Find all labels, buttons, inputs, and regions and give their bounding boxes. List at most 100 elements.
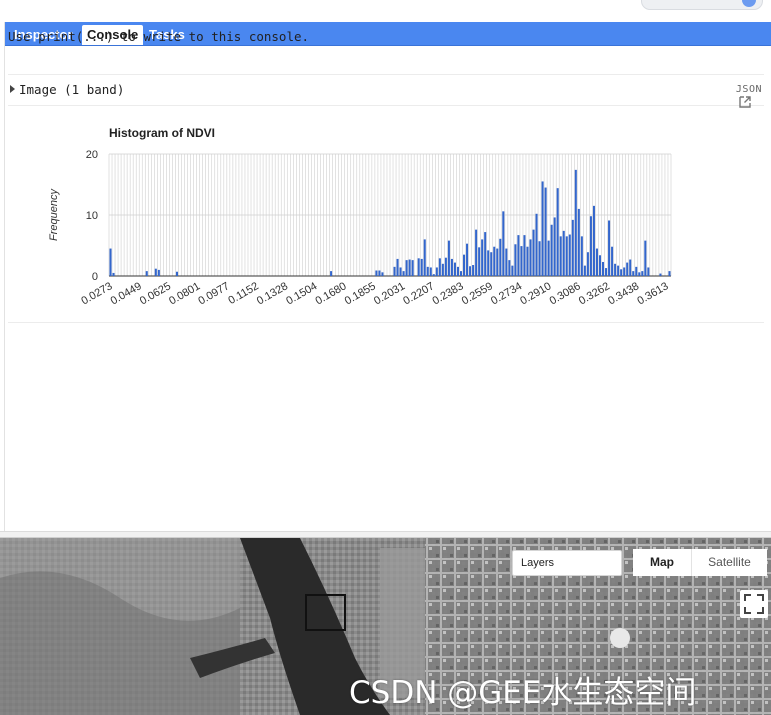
x-tick-label: 0.2910: [518, 280, 553, 307]
histogram-bar: [508, 260, 511, 276]
histogram-bar: [441, 263, 444, 276]
histogram-bar: [330, 271, 333, 276]
histogram-bar: [514, 244, 517, 276]
x-tick-label: 0.3613: [635, 280, 670, 307]
histogram-bar: [453, 262, 456, 276]
histogram-bar: [438, 258, 441, 276]
fullscreen-icon: [744, 594, 764, 614]
histogram-bar: [635, 266, 638, 276]
histogram-bar: [381, 272, 384, 276]
histogram-bar: [417, 258, 420, 276]
histogram-bar: [544, 187, 547, 276]
histogram-bar: [399, 267, 402, 276]
watermark-text: CSDN @GEE水生态空间: [349, 675, 697, 711]
histogram-bar: [553, 217, 556, 276]
histogram-bar: [378, 270, 381, 276]
map-type-map-button[interactable]: Map: [633, 549, 691, 576]
layers-control[interactable]: Layers: [512, 550, 622, 576]
histogram-bar: [175, 271, 178, 276]
histogram-bar: [450, 258, 453, 276]
histogram-bar: [568, 234, 571, 276]
histogram-bar: [523, 235, 526, 276]
histogram-bar: [659, 273, 662, 276]
histogram-bar: [638, 272, 641, 276]
histogram-bar: [583, 265, 586, 276]
x-tick-label: 0.0801: [167, 280, 202, 307]
histogram-bar: [145, 271, 148, 276]
histogram-svg: 01020Frequency0.02730.04490.06250.08010.…: [48, 149, 672, 307]
histogram-bar: [456, 266, 459, 276]
x-tick-label: 0.1328: [255, 280, 290, 307]
histogram-bar: [447, 240, 450, 276]
histogram-bar: [532, 229, 535, 276]
histogram-bar: [154, 268, 157, 276]
histogram-bar: [574, 169, 577, 276]
histogram-bar: [529, 239, 532, 276]
histogram-bar: [620, 269, 623, 276]
x-tick-label: 0.2031: [372, 280, 407, 307]
histogram-bar: [562, 230, 565, 276]
histogram-bar: [571, 219, 574, 276]
histogram-bar: [595, 248, 598, 276]
histogram-bar: [496, 248, 499, 276]
histogram-bar: [602, 261, 605, 276]
histogram-bar: [472, 265, 475, 276]
histogram-bar: [469, 266, 472, 276]
histogram-bar: [475, 229, 478, 276]
y-tick-label: 10: [86, 210, 98, 222]
x-tick-label: 0.3086: [548, 280, 583, 307]
histogram-bar: [429, 267, 432, 276]
histogram-bar: [375, 270, 378, 276]
histogram-bar: [550, 224, 553, 276]
histogram-bar: [490, 252, 493, 276]
histogram-bar: [493, 246, 496, 276]
histogram-bar: [426, 266, 429, 276]
histogram-bar: [157, 269, 160, 276]
histogram-bar: [423, 239, 426, 276]
x-tick-label: 0.1680: [313, 280, 348, 307]
histogram-bar: [644, 240, 647, 276]
x-tick-label: 0.0449: [109, 280, 144, 307]
histogram-bar: [112, 272, 115, 276]
histogram-bar: [499, 238, 502, 276]
divider: [8, 322, 764, 323]
panel-map-splitter[interactable]: [0, 531, 771, 538]
histogram-bar: [481, 239, 484, 276]
histogram-bar: [547, 240, 550, 276]
x-tick-label: 0.1504: [284, 280, 319, 307]
histogram-bar: [629, 259, 632, 276]
histogram-bar: [592, 205, 595, 276]
histogram-bar: [605, 268, 608, 276]
histogram-bar: [502, 211, 505, 276]
histogram-bar: [586, 252, 589, 276]
x-tick-label: 0.1152: [226, 280, 260, 307]
histogram-bar: [541, 181, 544, 276]
fullscreen-button[interactable]: [740, 590, 768, 618]
histogram-bar: [565, 236, 568, 276]
histogram-bar: [668, 271, 671, 276]
histogram-bar: [589, 216, 592, 276]
map-type-satellite-button[interactable]: Satellite: [691, 549, 767, 576]
histogram-bar: [623, 267, 626, 276]
histogram-bar: [598, 255, 602, 276]
histogram-bar: [517, 235, 520, 276]
x-tick-label: 0.1855: [343, 280, 378, 307]
histogram-bar: [608, 220, 611, 276]
histogram-bar: [577, 208, 580, 276]
histogram-chart: Histogram of NDVI 0 10 20 Frequency 0.0273 0.…: [0, 0, 771, 330]
histogram-bar: [444, 257, 447, 276]
histogram-bar: [505, 248, 508, 276]
histogram-bar: [478, 247, 481, 276]
histogram-bar: [526, 246, 529, 276]
y-axis-label: Frequency: [48, 188, 60, 241]
x-tick-label: 0.2559: [460, 280, 495, 307]
x-tick-label: 0.3438: [606, 280, 641, 307]
histogram-bar: [435, 267, 438, 276]
histogram-bar: [559, 236, 562, 276]
x-tick-label: 0.2207: [401, 280, 436, 307]
x-tick-label: 0.2383: [431, 280, 466, 307]
histogram-bar: [463, 254, 466, 276]
histogram-bar: [459, 271, 463, 276]
histogram-bar: [408, 259, 411, 276]
histogram-bar: [538, 241, 541, 276]
